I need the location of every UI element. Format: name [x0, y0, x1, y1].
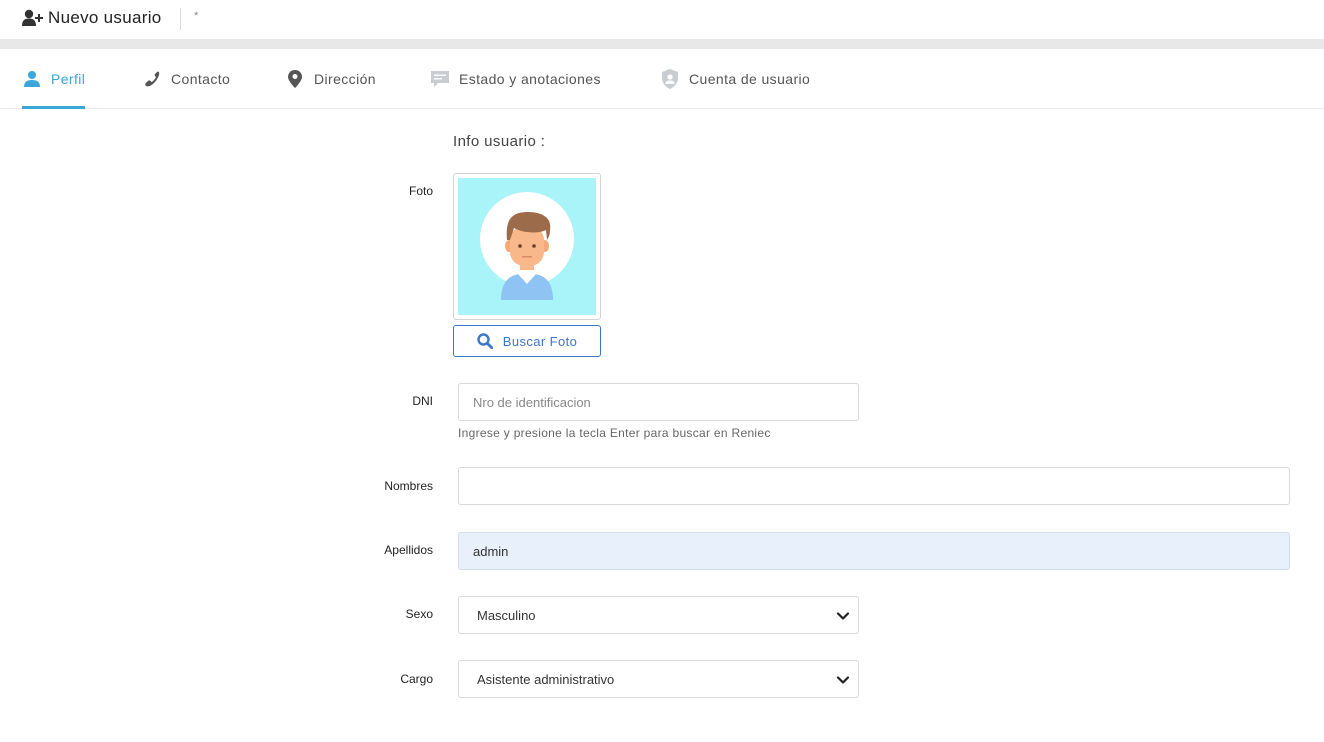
page-title: Nuevo usuario — [48, 8, 162, 27]
sexo-label: Sexo — [405, 607, 433, 621]
dni-field[interactable]: Nro de identificacion — [458, 383, 859, 421]
foto-label: Foto — [408, 184, 433, 198]
user-icon — [22, 69, 42, 89]
tab-estado-label: Estado y anotaciones — [459, 70, 601, 87]
avatar — [458, 178, 596, 315]
buscar-foto-button[interactable]: Buscar Foto — [453, 325, 601, 357]
apellidos-field[interactable]: admin — [458, 532, 1290, 570]
tab-cuenta-usuario[interactable]: Cuenta de usuario — [660, 49, 810, 108]
sexo-select[interactable]: Masculino — [458, 596, 859, 634]
page-header: Nuevo usuario — [22, 8, 162, 28]
dni-label: DNI — [412, 394, 433, 408]
header-separator-bar — [0, 39, 1324, 49]
tab-direccion[interactable]: Dirección — [285, 49, 376, 108]
search-icon — [477, 333, 493, 349]
photo-preview — [453, 173, 601, 320]
map-pin-icon — [285, 69, 305, 89]
shield-user-icon — [660, 68, 680, 89]
tab-contacto-label: Contacto — [171, 70, 231, 87]
tab-estado-anotaciones[interactable]: Estado y anotaciones — [430, 49, 601, 108]
phone-icon — [142, 69, 162, 89]
top-bar: Nuevo usuario * — [0, 0, 1324, 38]
tab-perfil-label: Perfil — [51, 70, 86, 87]
chevron-down-icon — [836, 673, 850, 690]
unsaved-indicator: * — [194, 10, 199, 22]
comment-icon — [430, 69, 450, 89]
tab-contacto[interactable]: Contacto — [142, 49, 230, 108]
dni-placeholder: Nro de identificacion — [473, 394, 591, 410]
cargo-select[interactable]: Asistente administrativo — [458, 660, 859, 698]
apellidos-label: Apellidos — [384, 543, 433, 557]
tab-bar: Perfil Contacto Dirección Estado y anota… — [0, 49, 1324, 109]
tab-perfil[interactable]: Perfil — [22, 49, 86, 109]
sexo-value: Masculino — [477, 607, 536, 623]
dni-help-text: Ingrese y presione la tecla Enter para b… — [458, 426, 771, 440]
buscar-foto-label: Buscar Foto — [502, 333, 578, 349]
nombres-label: Nombres — [384, 479, 433, 493]
nombres-field[interactable] — [458, 467, 1290, 505]
tab-cuenta-label: Cuenta de usuario — [689, 70, 811, 87]
cargo-value: Asistente administrativo — [477, 671, 615, 687]
cargo-label: Cargo — [400, 672, 433, 686]
section-title: Info usuario : — [453, 133, 546, 150]
tab-direccion-label: Dirección — [314, 70, 376, 87]
header-divider — [180, 8, 181, 30]
chevron-down-icon — [836, 609, 850, 626]
user-plus-icon — [22, 9, 44, 27]
apellidos-value: admin — [473, 543, 509, 559]
